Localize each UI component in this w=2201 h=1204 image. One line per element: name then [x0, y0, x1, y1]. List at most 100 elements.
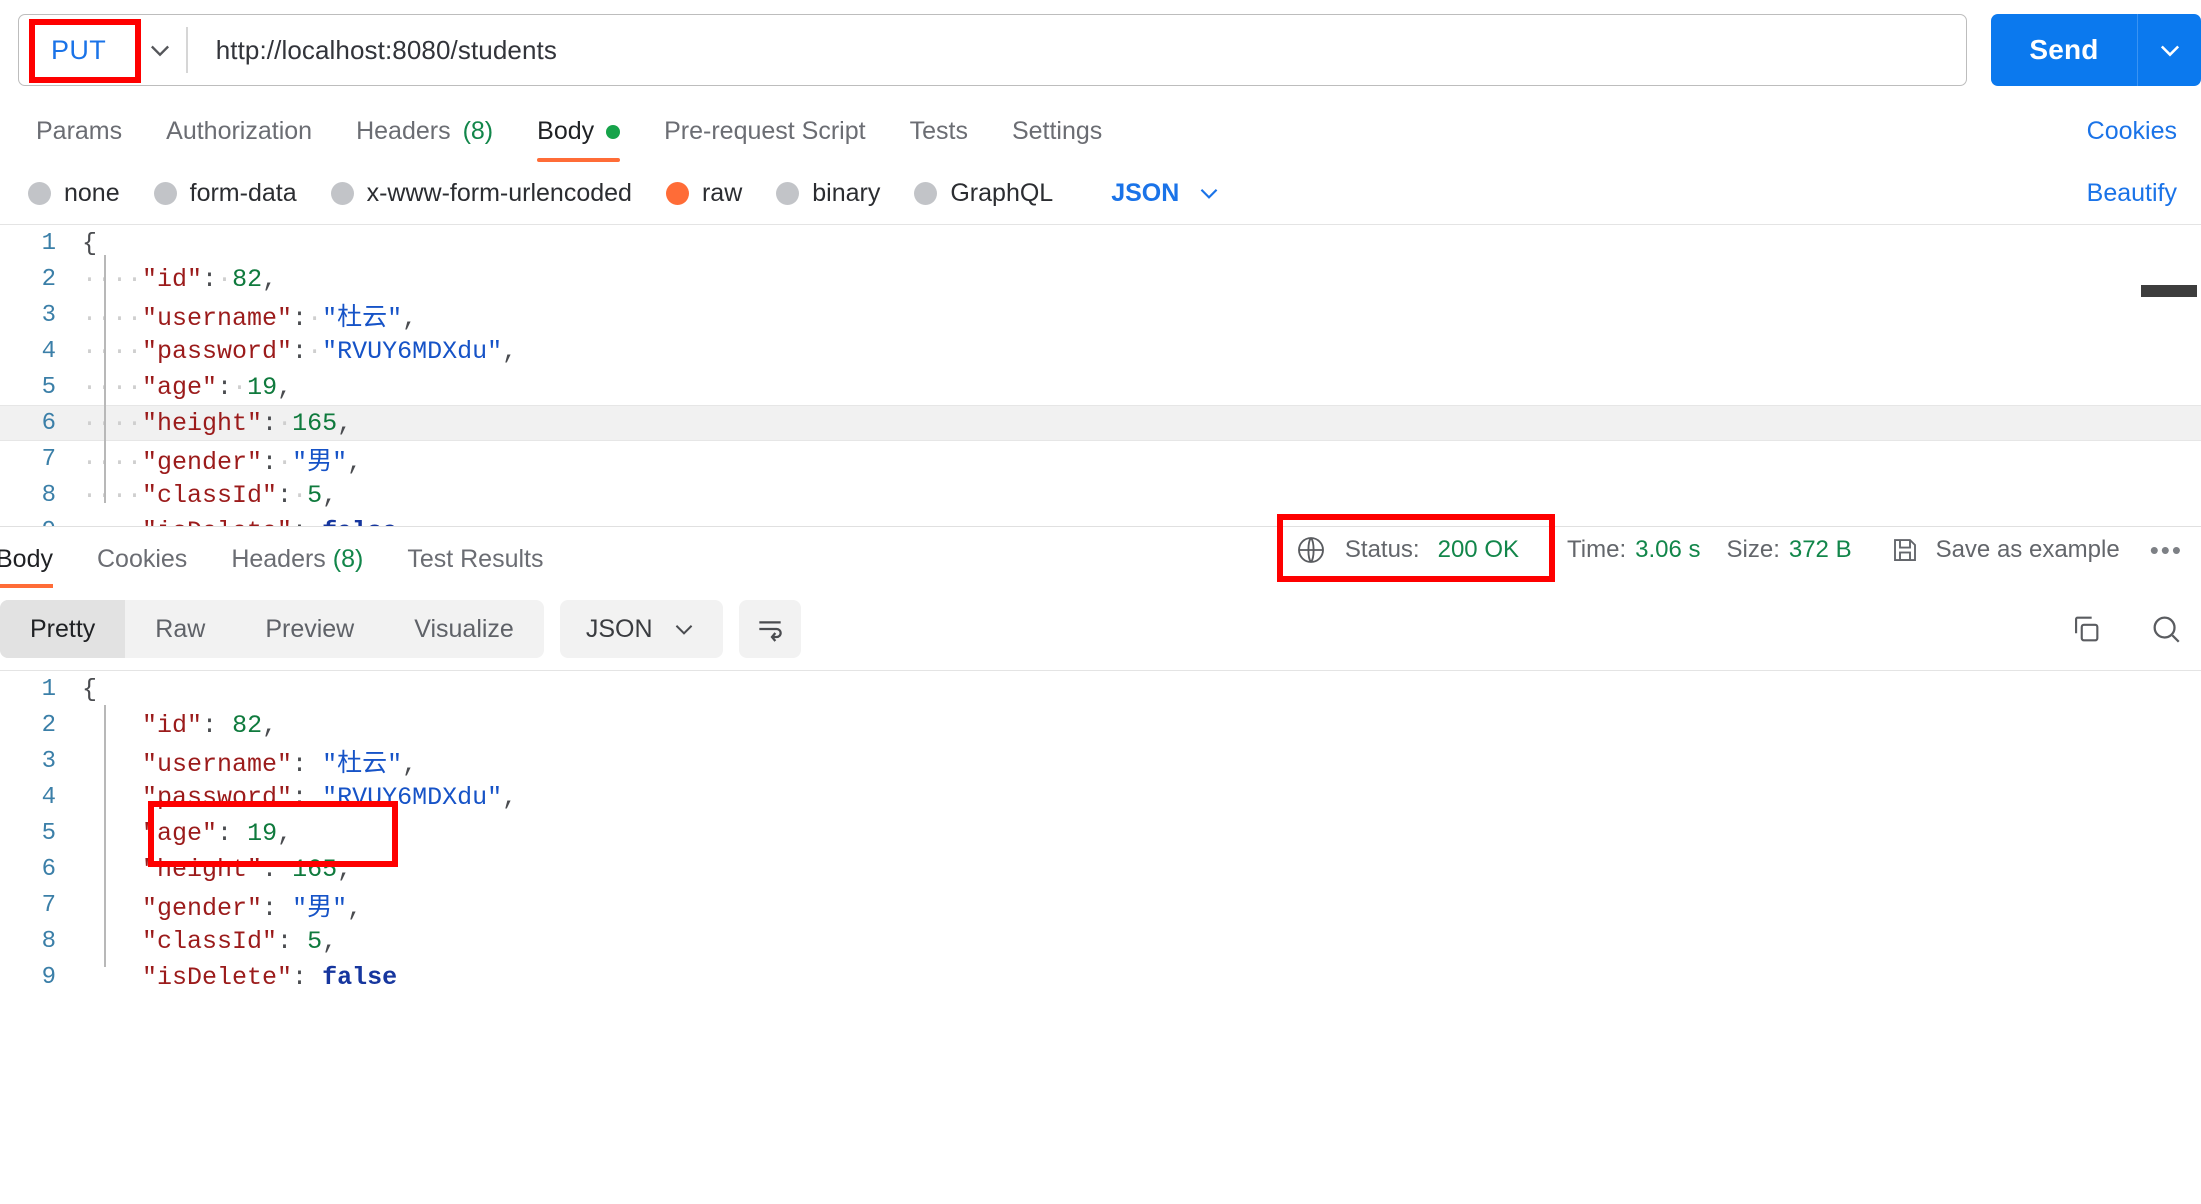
tab-authorization[interactable]: Authorization: [144, 117, 334, 162]
json-number: 19: [247, 372, 278, 402]
json-key: "password": [142, 336, 293, 366]
view-mode-pretty[interactable]: Pretty: [0, 600, 126, 658]
code-content: ····"gender":·"男",: [66, 441, 362, 477]
tab-headers[interactable]: Headers (8): [334, 117, 515, 162]
body-type-none-label: none: [64, 178, 120, 207]
indent-guides: ····: [82, 480, 143, 510]
json-colon: :: [262, 408, 278, 438]
request-body-editor[interactable]: 1{2 ····"id":·82, 3 ····"username":·"杜云", 4 ·…: [0, 224, 2201, 526]
response-tab-body-label: Body: [0, 545, 53, 573]
cookies-link[interactable]: Cookies: [2087, 117, 2201, 162]
request-url-bar: PUT http://localhost:8080/students Send: [0, 0, 2201, 100]
tab-params-label: Params: [36, 117, 123, 145]
code-content: "isDelete": false: [66, 963, 397, 989]
time-item: Time: 3.06 s: [1567, 536, 1701, 564]
response-more-options-icon[interactable]: •••: [2150, 535, 2183, 566]
tab-body-label: Body: [537, 117, 595, 145]
copy-icon[interactable]: [2069, 612, 2103, 646]
indent-guides: [82, 711, 142, 740]
json-comma: ,: [347, 448, 363, 477]
body-type-graphql[interactable]: GraphQL: [914, 179, 1053, 208]
json-number: 5: [307, 480, 323, 510]
radio-icon: [914, 181, 938, 205]
response-tab-body[interactable]: Body: [0, 545, 75, 588]
json-comma: ,: [262, 710, 278, 740]
code-content: "password": "RVUY6MDXdu",: [66, 783, 517, 812]
json-colon: :: [277, 926, 293, 956]
json-comma: ,: [502, 782, 518, 812]
body-type-raw-label: raw: [701, 178, 743, 207]
radio-icon: [330, 181, 354, 205]
send-options-chevron-down-icon[interactable]: [2137, 14, 2201, 86]
code-line: 6 "height": 165,: [0, 851, 2201, 887]
response-body-editor[interactable]: 1{2 "id": 82, 3 "username": "杜云", 4 "passw…: [0, 670, 2201, 988]
view-mode-preview[interactable]: Preview: [235, 600, 384, 658]
tab-body[interactable]: Body: [515, 117, 642, 162]
json-string: "杜云": [322, 750, 403, 779]
raw-format-label: JSON: [1111, 178, 1180, 207]
search-icon[interactable]: [2149, 612, 2183, 646]
indent-guides: [82, 963, 142, 989]
response-toolbar-right-icons: [2069, 612, 2183, 646]
tab-settings[interactable]: Settings: [990, 117, 1124, 162]
body-type-urlencoded[interactable]: x-www-form-urlencoded: [330, 179, 632, 208]
json-comma: ,: [337, 854, 353, 884]
size-item: Size: 372 B: [1727, 536, 1852, 564]
json-colon: :: [292, 304, 308, 333]
save-floppy-icon: [1890, 535, 1920, 565]
view-mode-raw[interactable]: Raw: [125, 600, 235, 658]
indent-guides: [82, 855, 142, 884]
response-tab-test-results-label: Test Results: [407, 545, 544, 573]
save-as-example-button[interactable]: Save as example: [1890, 535, 2120, 565]
code-content: ····"age":·19,: [66, 373, 292, 402]
line-number: 3: [41, 301, 56, 329]
beautify-link[interactable]: Beautify: [2087, 179, 2201, 208]
tab-tests[interactable]: Tests: [888, 117, 990, 162]
json-string: "男": [292, 894, 348, 923]
code-content: "gender": "男",: [66, 887, 362, 923]
indent-guides: [82, 894, 142, 923]
raw-format-dropdown[interactable]: JSON: [1111, 179, 1222, 208]
status-value: 200 OK: [1437, 536, 1519, 563]
indent-guides: ····: [82, 336, 143, 366]
json-key: "classId": [142, 926, 278, 956]
tab-pre-request-script[interactable]: Pre-request Script: [642, 117, 887, 162]
body-type-form-data[interactable]: form-data: [153, 179, 297, 208]
indent-space: ·: [232, 372, 248, 402]
send-button[interactable]: Send: [1991, 14, 2137, 86]
json-comma: ,: [322, 926, 338, 956]
indent-guides: [82, 783, 142, 812]
line-number: 2: [41, 265, 56, 293]
response-format-dropdown[interactable]: JSON: [559, 600, 723, 658]
json-key: "username": [142, 750, 293, 779]
method-chevron-down-icon[interactable]: [134, 36, 186, 64]
json-number: 5: [307, 926, 323, 956]
json-colon: :: [277, 480, 293, 510]
horizontal-scrollbar[interactable]: [2141, 285, 2197, 297]
json-key: "height": [142, 408, 263, 438]
http-method-selector[interactable]: PUT: [19, 15, 141, 85]
body-type-raw[interactable]: raw: [665, 178, 743, 208]
time-label: Time:: [1567, 536, 1627, 563]
code-content: "classId": 5,: [66, 927, 337, 956]
view-mode-visualize[interactable]: Visualize: [384, 600, 544, 658]
json-comma: ,: [262, 264, 278, 294]
json-key: "age": [142, 818, 218, 848]
line-number: 7: [41, 891, 56, 919]
response-tab-headers[interactable]: Headers (8): [209, 545, 385, 588]
tab-params[interactable]: Params: [14, 117, 144, 162]
url-input[interactable]: http://localhost:8080/students: [188, 35, 557, 66]
tab-headers-label: Headers: [356, 117, 451, 145]
code-content: ····"id":·82,: [66, 265, 277, 294]
response-tab-test-results[interactable]: Test Results: [385, 545, 565, 588]
code-content: ····"isDelete":·false: [66, 517, 397, 527]
body-type-binary[interactable]: binary: [776, 179, 880, 208]
json-comma: ,: [277, 372, 293, 402]
wrap-lines-button[interactable]: [738, 600, 801, 658]
radio-selected-icon: [665, 181, 689, 205]
response-tab-cookies[interactable]: Cookies: [75, 545, 209, 588]
body-type-none[interactable]: none: [28, 179, 120, 208]
